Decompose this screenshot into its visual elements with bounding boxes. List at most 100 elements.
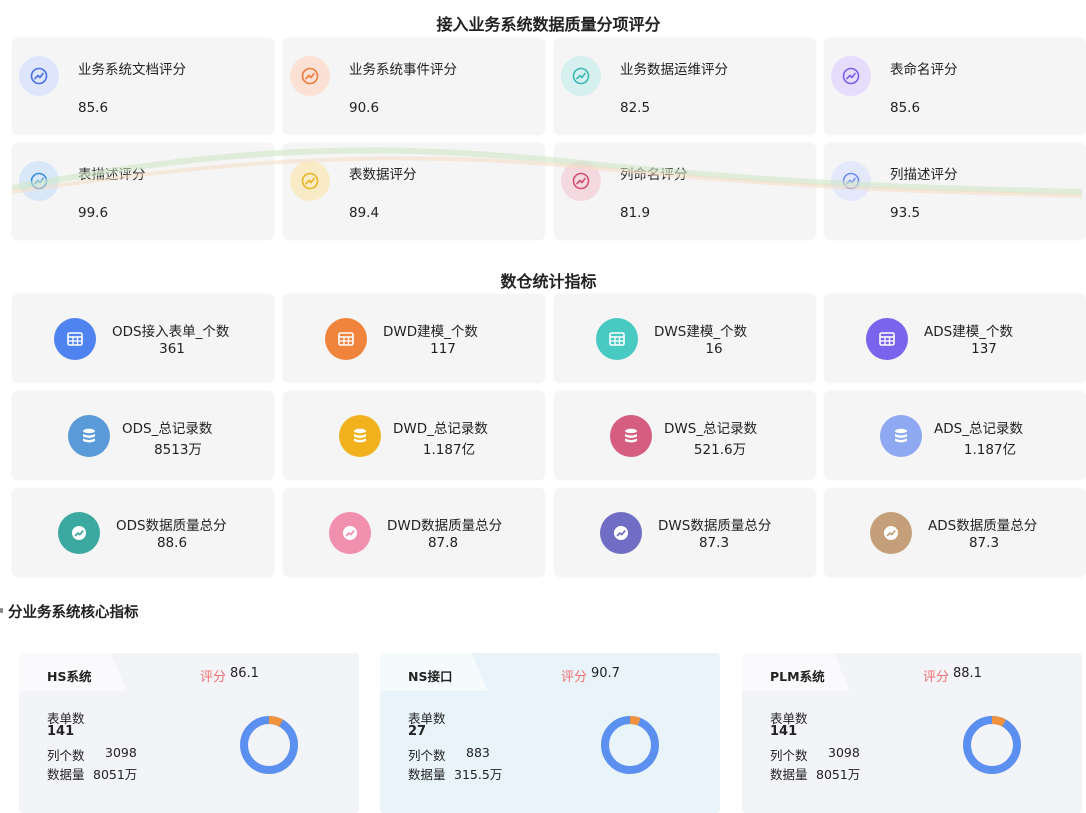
form-count-value: 141: [47, 724, 75, 739]
system-donut-chart: [601, 716, 659, 774]
quality-card[interactable]: 列命名评分 81.9: [554, 143, 816, 240]
warehouse-card-value: 1.187亿: [422, 442, 476, 458]
warehouse-section-title: 数仓统计指标: [500, 272, 597, 291]
warehouse-card-value: 1.187亿: [963, 442, 1017, 458]
warehouse-card-label: ADS_总记录数: [934, 421, 1023, 437]
warehouse-card-label: ADS建模_个数: [924, 324, 1013, 340]
warehouse-card-label: DWD_总记录数: [393, 421, 488, 437]
quality-card-label: 表描述评分: [78, 167, 146, 183]
quality-card-label: 表数据评分: [349, 167, 417, 183]
warehouse-card[interactable]: DWD建模_个数 117: [283, 294, 545, 383]
warehouse-card-label: DWD建模_个数: [383, 324, 478, 340]
warehouse-card-value: 87.3: [968, 535, 1000, 551]
warehouse-card[interactable]: DWD数据质量总分 87.8: [283, 488, 545, 577]
quality-section-title: 接入业务系统数据质量分项评分: [436, 15, 661, 34]
warehouse-card-label: ADS数据质量总分: [928, 518, 1038, 534]
warehouse-card-value: 16: [705, 341, 723, 357]
warehouse-card-label: DWS_总记录数: [664, 421, 758, 437]
quality-card-value: 99.6: [78, 205, 109, 221]
quality-card[interactable]: 业务数据运维评分 82.5: [554, 38, 816, 135]
warehouse-card-label: DWD数据质量总分: [387, 518, 503, 534]
warehouse-card[interactable]: DWS数据质量总分 87.3: [554, 488, 816, 577]
column-count-label: 列个数: [47, 748, 85, 763]
quality-card-label: 业务系统事件评分: [349, 62, 457, 78]
system-donut-chart: [240, 716, 298, 774]
quality-card[interactable]: 表命名评分 85.6: [824, 38, 1086, 135]
trend-icon: [290, 56, 330, 96]
trend-icon: [19, 56, 59, 96]
system-name: PLM系统: [770, 669, 825, 684]
data-volume-value: 315.5万: [454, 767, 503, 782]
database-icon: [610, 415, 652, 457]
warehouse-card[interactable]: DWD_总记录数 1.187亿: [283, 391, 545, 480]
warehouse-card[interactable]: ADS_总记录数 1.187亿: [824, 391, 1086, 480]
system-card[interactable]: PLM系统 评分 88.1 表单数 141 列个数 3098 数据量 8051万: [742, 653, 1082, 813]
quality-card-label: 业务系统文档评分: [78, 62, 186, 78]
warehouse-card[interactable]: DWS建模_个数 16: [554, 294, 816, 383]
system-name: HS系统: [47, 669, 92, 684]
warehouse-card[interactable]: ODS数据质量总分 88.6: [12, 488, 274, 577]
system-score-label: 评分: [923, 670, 950, 685]
database-icon: [339, 415, 381, 457]
database-icon: [68, 415, 110, 457]
section-marker: [0, 608, 3, 613]
table-icon: [325, 318, 367, 360]
trend-circle-icon: [600, 512, 642, 554]
warehouse-card-value: 117: [430, 341, 456, 357]
system-score-value: 88.1: [953, 666, 982, 681]
quality-card-label: 列描述评分: [890, 167, 958, 183]
table-icon: [54, 318, 96, 360]
table-icon: [866, 318, 908, 360]
trend-icon: [561, 56, 601, 96]
system-card[interactable]: NS接口 评分 90.7 表单数 27 列个数 883 数据量 315.5万: [380, 653, 720, 813]
warehouse-card-label: ODS数据质量总分: [116, 518, 227, 534]
trend-circle-icon: [58, 512, 100, 554]
column-count-value: 3098: [828, 745, 860, 760]
warehouse-card[interactable]: ODS_总记录数 8513万: [12, 391, 274, 480]
system-name: NS接口: [408, 669, 453, 684]
quality-card[interactable]: 业务系统文档评分 85.6: [12, 38, 274, 135]
column-count-label: 列个数: [770, 748, 808, 763]
data-volume-label: 数据量: [770, 767, 808, 782]
trend-icon: [831, 56, 871, 96]
warehouse-card[interactable]: ODS接入表单_个数 361: [12, 294, 274, 383]
donut-main-segment: [601, 716, 659, 774]
warehouse-card[interactable]: ADS建模_个数 137: [824, 294, 1086, 383]
quality-card[interactable]: 列描述评分 93.5: [824, 143, 1086, 240]
system-score-label: 评分: [561, 670, 588, 685]
dashboard: 接入业务系统数据质量分项评分 业务系统文档评分 85.6 业务系统事件评分 90.6 业…: [0, 0, 1086, 813]
warehouse-card[interactable]: ADS数据质量总分 87.3: [824, 488, 1086, 577]
warehouse-card-value: 137: [971, 341, 997, 357]
donut-main-segment: [240, 716, 298, 774]
warehouse-card-label: ODS接入表单_个数: [112, 324, 230, 340]
form-count-value: 141: [770, 724, 798, 739]
warehouse-card-value: 361: [159, 341, 185, 357]
quality-card[interactable]: 业务系统事件评分 90.6: [283, 38, 545, 135]
trend-circle-icon: [870, 512, 912, 554]
data-volume-value: 8051万: [93, 767, 138, 782]
quality-card[interactable]: 表描述评分 99.6: [12, 143, 274, 240]
trend-icon: [561, 161, 601, 201]
donut-main-segment: [963, 716, 1021, 774]
form-count-value: 27: [408, 724, 427, 739]
trend-icon: [19, 161, 59, 201]
trend-icon: [831, 161, 871, 201]
data-volume-label: 数据量: [47, 767, 85, 782]
trend-circle-icon: [329, 512, 371, 554]
core-section-title: 分业务系统核心指标: [8, 605, 139, 621]
data-volume-value: 8051万: [816, 767, 861, 782]
warehouse-card-value: 87.8: [427, 535, 459, 551]
quality-card[interactable]: 表数据评分 89.4: [283, 143, 545, 240]
system-card[interactable]: HS系统 评分 86.1 表单数 141 列个数 3098 数据量 8051万: [19, 653, 359, 813]
quality-card-value: 85.6: [78, 100, 109, 116]
column-count-label: 列个数: [408, 748, 446, 763]
warehouse-card-value: 521.6万: [693, 442, 747, 458]
quality-card-value: 90.6: [349, 100, 380, 116]
quality-card-value: 81.9: [620, 205, 651, 221]
quality-card-value: 82.5: [620, 100, 651, 116]
column-count-value: 883: [466, 745, 490, 760]
system-score-value: 90.7: [591, 666, 620, 681]
quality-card-value: 89.4: [349, 205, 380, 221]
warehouse-card-value: 8513万: [154, 442, 202, 458]
warehouse-card[interactable]: DWS_总记录数 521.6万: [554, 391, 816, 480]
